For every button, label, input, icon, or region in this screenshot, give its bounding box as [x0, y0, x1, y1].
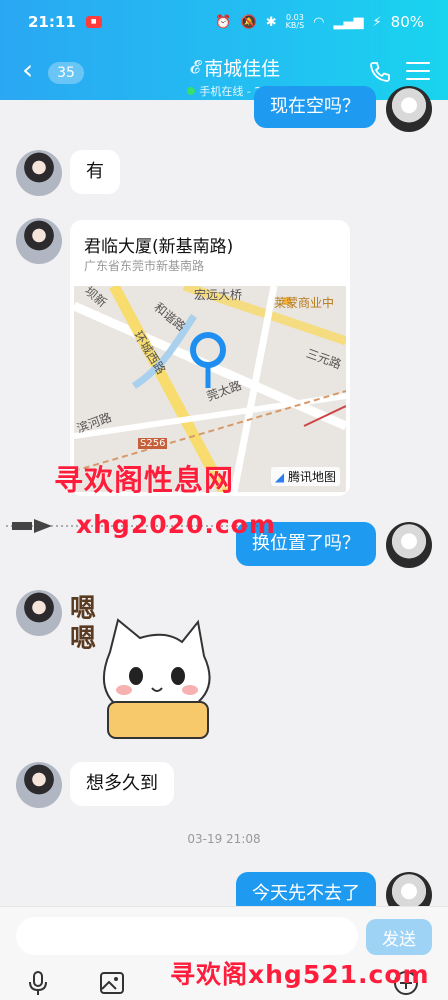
watermark-text: xhg2020.com: [76, 510, 276, 539]
image-icon[interactable]: [98, 969, 126, 997]
contact-avatar[interactable]: [16, 150, 62, 196]
cat-sticker[interactable]: 嗯嗯: [70, 590, 220, 740]
watermark-text: 寻欢阁xhg521.com: [170, 960, 430, 989]
microphone-icon[interactable]: [24, 969, 52, 997]
alarm-icon: ⏰: [215, 14, 232, 30]
top-bar: 21:11 ■ ⏰ 🔕 ✱ 0.03 KB/S ◠ ▂▄▆ ⚡ 80% ‹ 35…: [0, 0, 448, 100]
tencent-map-icon: ◢: [274, 470, 285, 484]
chat-header: ‹ 35 𝓔 南城佳佳 手机在线 - 2G >: [0, 52, 448, 98]
status-icons: ⏰ 🔕 ✱ 0.03 KB/S ◠ ▂▄▆ ⚡ 80%: [215, 13, 424, 31]
battery-level: 80%: [390, 13, 424, 31]
location-name: 君临大厦(新基南路): [84, 237, 234, 257]
watermark-text: 寻欢阁性息网: [54, 463, 235, 497]
app-notification-icon: ■: [85, 16, 102, 28]
map-credit: ◢ 腾讯地图: [270, 467, 340, 486]
chat-title: 南城佳佳: [204, 58, 281, 80]
message-input[interactable]: [16, 917, 358, 955]
my-avatar[interactable]: [386, 522, 432, 568]
my-avatar[interactable]: [386, 86, 432, 132]
message-timestamp: 03-19 21:08: [187, 832, 261, 846]
wifi-icon: ◠: [313, 14, 325, 30]
map-label: 宏远大桥: [194, 288, 243, 302]
net-speed: 0.03 KB/S: [285, 13, 305, 30]
charging-icon: ⚡: [372, 14, 382, 30]
message-bubble-in[interactable]: 想多久到: [70, 762, 174, 806]
back-button[interactable]: ‹: [22, 56, 33, 84]
phone-icon[interactable]: [368, 60, 392, 84]
status-time: 21:11: [28, 13, 76, 31]
online-dot-icon: [187, 87, 196, 95]
contact-avatar[interactable]: [16, 218, 62, 264]
bluetooth-icon: ✱: [265, 14, 277, 30]
contact-avatar[interactable]: [16, 762, 62, 808]
menu-icon[interactable]: [406, 62, 430, 82]
sticker-text: 嗯嗯: [70, 594, 97, 654]
status-bar: 21:11 ■ ⏰ 🔕 ✱ 0.03 KB/S ◠ ▂▄▆ ⚡ 80%: [28, 10, 424, 34]
message-bubble-out[interactable]: 现在空吗？: [254, 86, 376, 128]
ear-icon: 𝓔: [189, 57, 201, 78]
unread-count-badge[interactable]: 35: [48, 62, 84, 84]
message-bubble-in[interactable]: 有: [70, 150, 120, 194]
map-label: S256: [138, 438, 168, 449]
send-button[interactable]: 发送: [366, 919, 432, 955]
signal-icon: ▂▄▆: [333, 14, 364, 30]
location-card[interactable]: 君临大厦(新基南路) 广东省东莞市新基南路 宏远大桥 莱蒙商业中 和谐路 环城西…: [70, 220, 350, 496]
contact-avatar[interactable]: [16, 590, 62, 636]
location-address: 广东省东莞市新基南路: [84, 259, 205, 273]
map-label: 莱蒙商业中: [274, 296, 335, 310]
mute-icon: 🔕: [240, 14, 257, 30]
